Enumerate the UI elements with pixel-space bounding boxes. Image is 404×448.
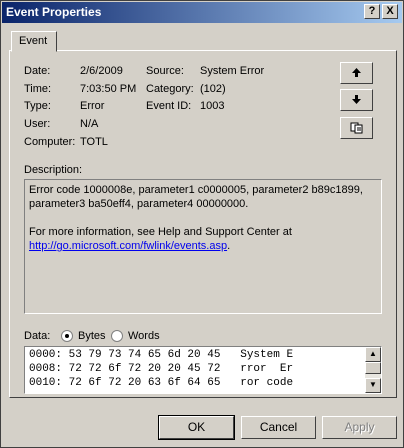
window-title: Event Properties: [6, 5, 102, 19]
type-label: Type:: [24, 100, 51, 112]
more-info-text: For more information, see Help and Suppo…: [29, 226, 292, 238]
type-value: Error: [80, 100, 105, 112]
scroll-thumb[interactable]: [365, 362, 381, 374]
copy-icon: [350, 122, 362, 134]
source-value: System Error: [200, 65, 265, 77]
help-link[interactable]: http://go.microsoft.com/fwlink/events.as…: [29, 240, 227, 252]
help-button[interactable]: ?: [364, 4, 380, 19]
words-radio[interactable]: [111, 330, 123, 342]
data-line: 0008: 72 72 6f 72 20 20 45 72 rror Er: [29, 363, 294, 375]
link-suffix: .: [227, 240, 231, 252]
event-id-label: Event ID:: [146, 100, 192, 112]
data-scrollbar[interactable]: ▲ ▼: [365, 347, 381, 393]
scroll-up-icon[interactable]: ▲: [365, 347, 381, 362]
ok-button[interactable]: OK: [158, 415, 235, 440]
event-properties-window: Event Properties ? X Event Date: 2/6/200…: [0, 0, 404, 448]
user-value: N/A: [80, 118, 99, 130]
bytes-radio[interactable]: [61, 330, 73, 342]
data-line: 0010: 72 6f 72 20 63 6f 64 65 ror code: [29, 377, 294, 389]
description-text: Error code 1000008e, parameter1 c0000005…: [29, 184, 363, 210]
user-label: User:: [24, 118, 51, 130]
scroll-down-icon[interactable]: ▼: [365, 378, 381, 393]
computer-label: Computer:: [24, 136, 76, 148]
previous-event-button[interactable]: [340, 62, 373, 84]
tab-event[interactable]: Event: [11, 31, 57, 52]
title-bar[interactable]: Event Properties ? X: [2, 2, 402, 23]
arrow-down-icon: [352, 95, 361, 104]
tab-event-label: Event: [19, 35, 48, 47]
source-label: Source:: [146, 65, 184, 77]
next-event-button[interactable]: [340, 89, 373, 111]
data-line: 0000: 53 79 73 74 65 6d 20 45 System E: [29, 349, 294, 361]
description-box[interactable]: Error code 1000008e, parameter1 c0000005…: [24, 179, 382, 314]
time-label: Time:: [24, 83, 52, 95]
close-button[interactable]: X: [382, 4, 398, 19]
data-box[interactable]: 0000: 53 79 73 74 65 6d 20 45 System E 0…: [24, 346, 382, 394]
bytes-label[interactable]: Bytes: [78, 330, 106, 342]
radio-selected-dot: [65, 334, 69, 338]
apply-button[interactable]: Apply: [322, 416, 397, 439]
category-label: Category:: [146, 83, 194, 95]
cancel-button[interactable]: Cancel: [241, 416, 316, 439]
time-value: 7:03:50 PM: [80, 83, 137, 95]
event-id-value: 1003: [200, 100, 225, 112]
date-label: Date:: [24, 65, 51, 77]
category-value: (102): [200, 83, 226, 95]
description-label: Description:: [24, 164, 83, 176]
arrow-up-icon: [352, 68, 361, 77]
copy-button[interactable]: [340, 117, 373, 139]
computer-value: TOTL: [80, 136, 108, 148]
words-label[interactable]: Words: [128, 330, 160, 342]
date-value: 2/6/2009: [80, 65, 123, 77]
data-label: Data:: [24, 330, 51, 342]
